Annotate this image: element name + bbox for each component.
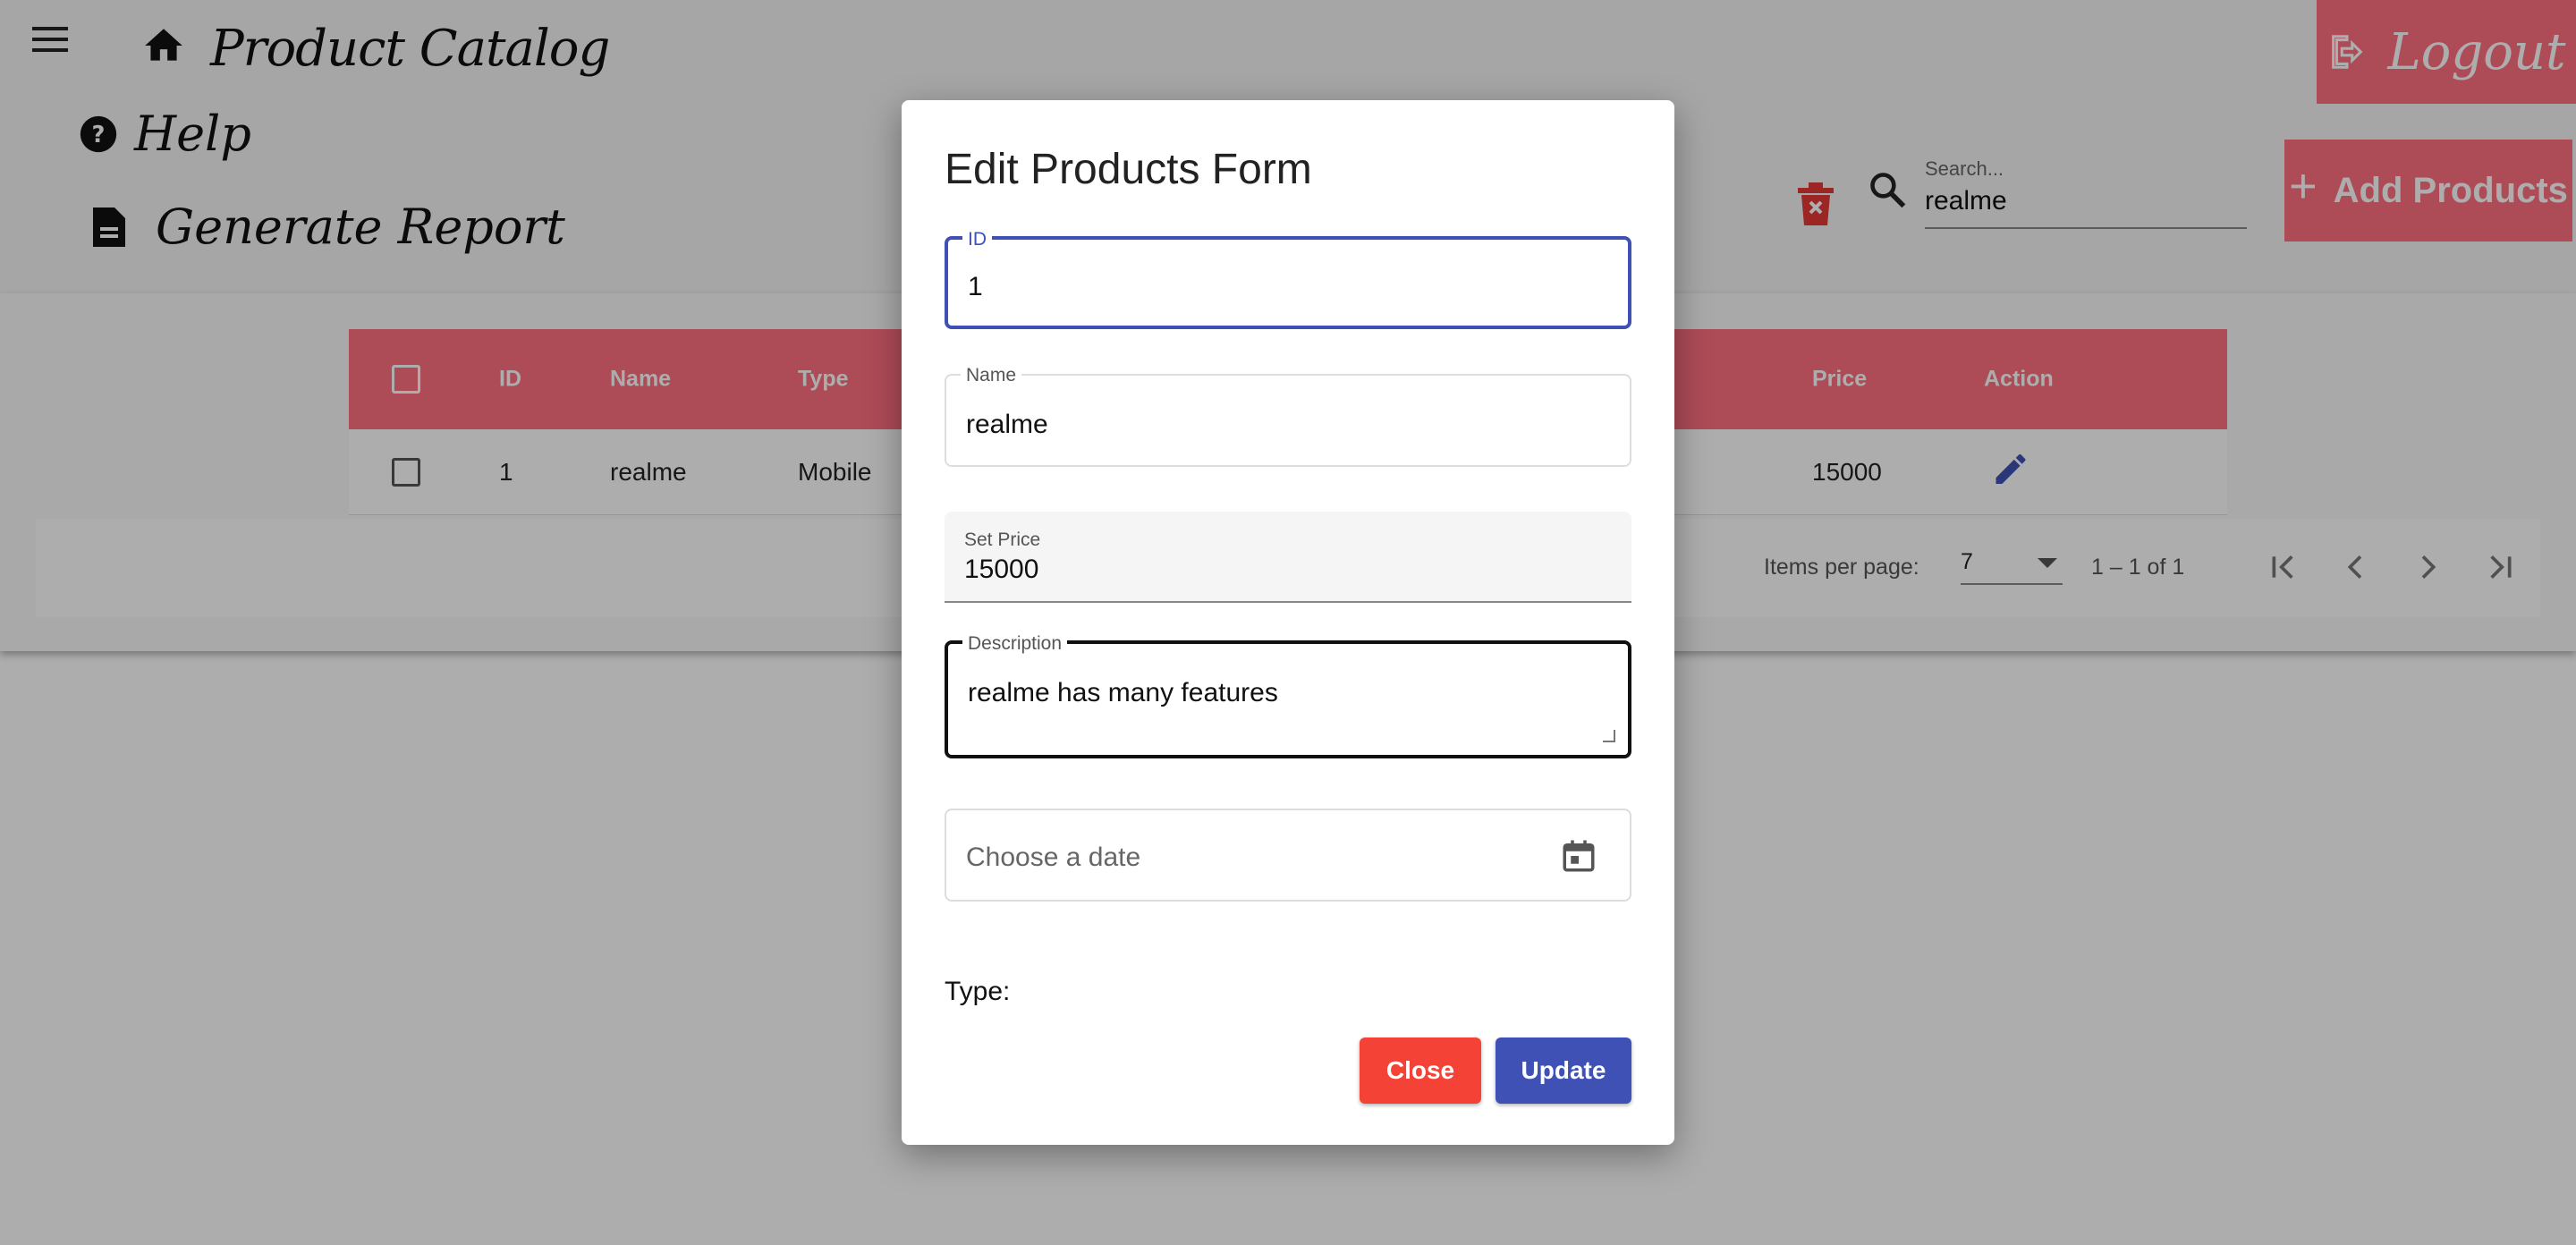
description-value: realme has many features — [968, 678, 1278, 707]
dialog-title: Edit Products Form — [945, 146, 1312, 193]
description-label: Description — [962, 633, 1068, 655]
id-value: 1 — [968, 272, 983, 301]
date-field[interactable]: Choose a date — [945, 809, 1631, 902]
price-label: Set Price — [964, 529, 1041, 550]
calendar-icon[interactable] — [1560, 837, 1597, 875]
price-value: 15000 — [964, 555, 1039, 584]
edit-products-dialog: Edit Products Form ID 1 Name realme Set … — [902, 100, 1674, 1145]
description-field[interactable]: Description realme has many features — [945, 633, 1631, 758]
resize-handle[interactable] — [1603, 730, 1615, 742]
name-field[interactable]: Name realme — [945, 365, 1631, 467]
name-value: realme — [966, 410, 1048, 439]
close-button[interactable]: Close — [1360, 1038, 1481, 1104]
name-label: Name — [961, 365, 1022, 386]
id-field[interactable]: ID 1 — [945, 229, 1631, 329]
id-label: ID — [962, 229, 992, 250]
type-label: Type: — [945, 977, 1011, 1006]
update-button[interactable]: Update — [1496, 1038, 1631, 1104]
date-placeholder: Choose a date — [966, 843, 1141, 872]
price-field[interactable]: Set Price 15000 — [945, 512, 1631, 603]
